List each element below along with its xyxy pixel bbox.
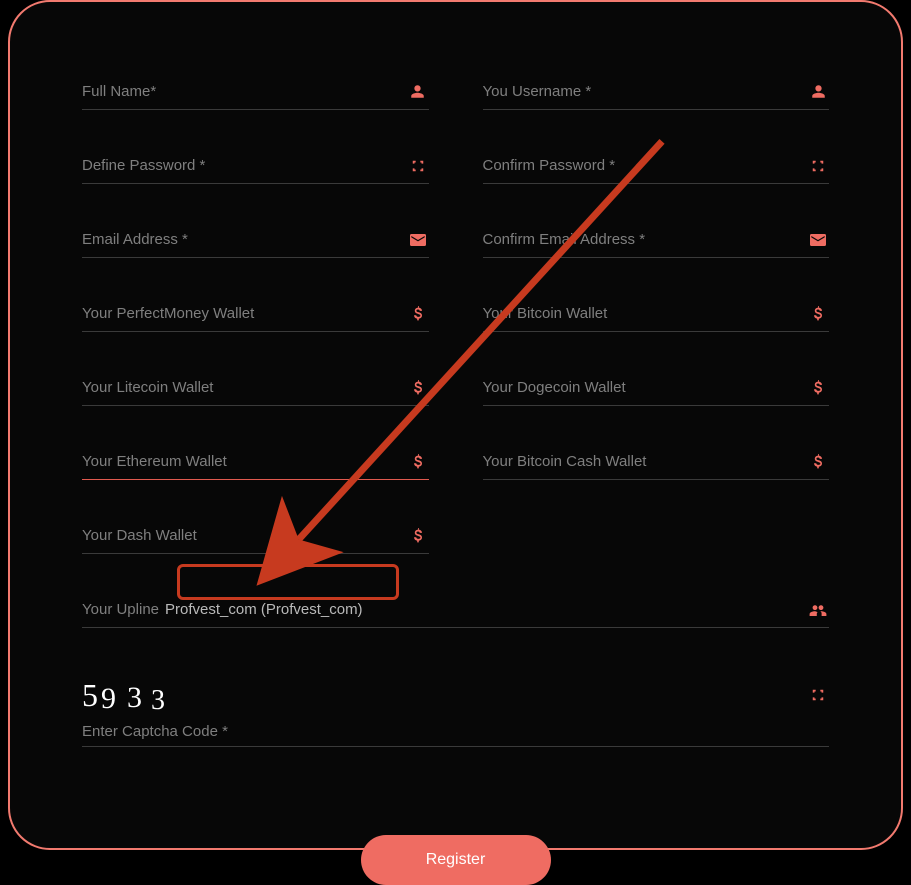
captcha-image: 5 9 3 3: [82, 676, 829, 713]
litecoin-input[interactable]: [82, 370, 407, 405]
compress-icon: [807, 159, 829, 173]
perfectmoney-input[interactable]: [82, 296, 407, 331]
bitcoin-cash-input[interactable]: [483, 444, 808, 479]
dash-field: [82, 518, 429, 554]
ethereum-field: [82, 444, 429, 480]
form-grid: Your Upline Profvest_com (Profvest_com) …: [82, 74, 829, 885]
dollar-icon: [807, 454, 829, 470]
upline-label: Your Upline: [82, 601, 159, 618]
dollar-icon: [407, 380, 429, 396]
username-input[interactable]: [483, 74, 808, 109]
dollar-icon: [407, 528, 429, 544]
confirm-email-field: [483, 222, 830, 258]
dogecoin-field: [483, 370, 830, 406]
spacer: [483, 518, 830, 554]
email-input[interactable]: [82, 222, 407, 257]
dollar-icon: [807, 380, 829, 396]
full-name-field: [82, 74, 429, 110]
dogecoin-input[interactable]: [483, 370, 808, 405]
compress-icon: [407, 159, 429, 173]
dollar-icon: [407, 454, 429, 470]
bitcoin-cash-field: [483, 444, 830, 480]
bitcoin-field: [483, 296, 830, 332]
register-button[interactable]: Register: [361, 835, 551, 885]
confirm-password-input[interactable]: [483, 148, 808, 183]
confirm-password-field: [483, 148, 830, 184]
password-input[interactable]: [82, 148, 407, 183]
full-name-input[interactable]: [82, 74, 407, 109]
perfectmoney-field: [82, 296, 429, 332]
upline-field: Your Upline Profvest_com (Profvest_com): [82, 592, 829, 628]
envelope-icon: [807, 234, 829, 246]
user-icon: [407, 84, 429, 99]
dollar-icon: [407, 306, 429, 322]
litecoin-field: [82, 370, 429, 406]
user-icon: [807, 84, 829, 99]
password-field: [82, 148, 429, 184]
envelope-icon: [407, 234, 429, 246]
registration-card: Your Upline Profvest_com (Profvest_com) …: [8, 0, 903, 850]
register-row: Register: [82, 835, 829, 885]
compress-icon: [807, 688, 829, 702]
email-field: [82, 222, 429, 258]
dollar-icon: [807, 306, 829, 322]
ethereum-input[interactable]: [82, 444, 407, 479]
username-field: [483, 74, 830, 110]
upline-value: Profvest_com (Profvest_com): [165, 601, 363, 618]
bitcoin-input[interactable]: [483, 296, 808, 331]
dash-input[interactable]: [82, 518, 407, 553]
captcha-label: Enter Captcha Code *: [82, 723, 829, 740]
confirm-email-input[interactable]: [483, 222, 808, 257]
users-icon: [807, 603, 829, 617]
captcha-field: 5 9 3 3 Enter Captcha Code *: [82, 666, 829, 747]
